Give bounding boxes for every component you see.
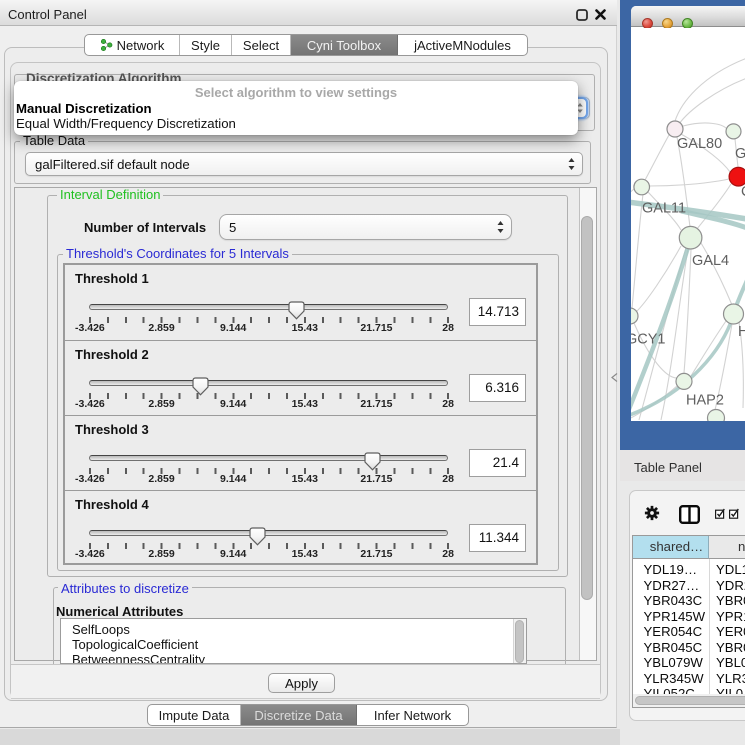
svg-text:GAL11: GAL11 xyxy=(642,201,686,217)
svg-text:H: H xyxy=(738,324,745,340)
svg-text:C: C xyxy=(741,184,745,200)
svg-text:GAL80: GAL80 xyxy=(677,136,722,152)
svg-text:HAP2: HAP2 xyxy=(686,393,724,409)
svg-text:GA: GA xyxy=(735,146,745,162)
svg-text:GAL4: GAL4 xyxy=(692,253,729,269)
svg-text:GCY1: GCY1 xyxy=(631,332,666,348)
